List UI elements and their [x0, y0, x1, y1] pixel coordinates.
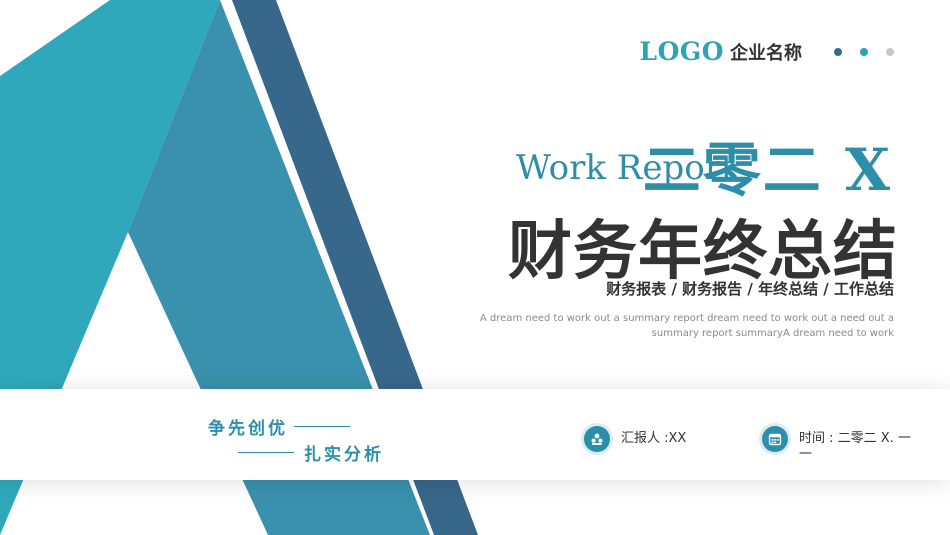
description-text: A dream need to work out a summary repor… — [479, 313, 894, 339]
reporter-label: 汇报人 :XX — [621, 431, 687, 446]
main-title: 财务年终总结 — [508, 215, 898, 289]
year-title: 二零二 X — [642, 136, 892, 204]
user-group-icon — [584, 426, 610, 452]
company-name: 企业名称 — [730, 42, 802, 64]
header-dot-2 — [860, 47, 868, 56]
calendar-icon — [762, 426, 788, 452]
slogan-text-1: 争先创优 — [208, 419, 288, 439]
category-list: 财务报表 / 财务报告 / 年终总结 / 工作总结 — [606, 280, 894, 298]
header-dot-3 — [886, 47, 894, 56]
slogan-rule-2 — [238, 452, 294, 453]
time-info: 时间 : 二零二 X. 一一 — [762, 426, 919, 463]
header-dot-1 — [834, 47, 842, 56]
reporter-info: 汇报人 :XX — [584, 426, 687, 452]
slogan-rule-1 — [294, 426, 350, 427]
slogan-text-2: 扎实分析 — [304, 445, 384, 465]
slogan-line-1: 争先创优 — [208, 414, 350, 439]
logo-text: LOGO — [639, 37, 724, 66]
header-logo-row: LOGO 企业名称 — [640, 37, 894, 66]
time-label: 时间 : 二零二 X. 一一 — [799, 431, 911, 462]
slogan-line-2: 扎实分析 — [238, 440, 384, 465]
